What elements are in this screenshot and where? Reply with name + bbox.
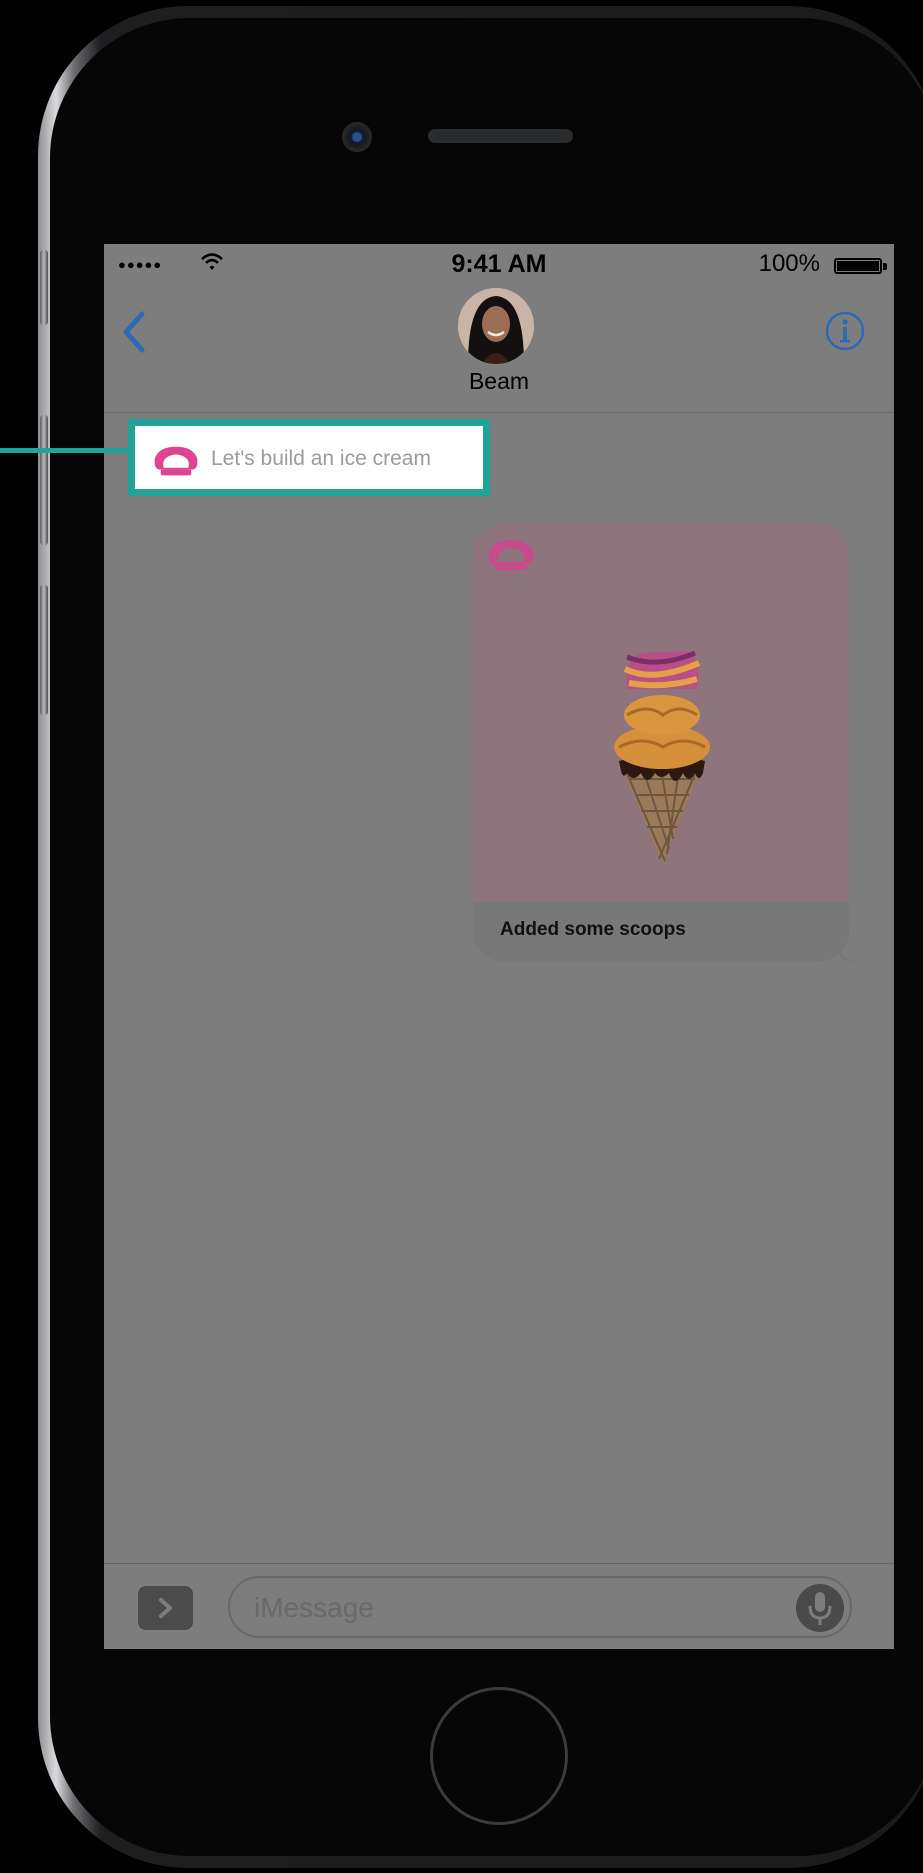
icecream-app-icon — [154, 446, 198, 476]
message-bubble[interactable]: Added some scoops — [473, 524, 849, 961]
message-caption: Added some scoops — [500, 919, 686, 940]
battery-icon — [834, 258, 882, 274]
app-entry-label: Let's build an ice cream — [211, 447, 431, 470]
front-camera — [342, 122, 372, 152]
battery-percentage: 100% — [758, 250, 820, 277]
callout-connector — [0, 448, 135, 453]
contact-avatar[interactable] — [458, 288, 534, 364]
message-input-placeholder: iMessage — [254, 1592, 374, 1623]
conversation-header: Beam — [104, 280, 894, 413]
message-input[interactable]: iMessage — [228, 1576, 852, 1638]
highlighted-app-entry: Let's build an ice cream — [128, 419, 490, 496]
icecream-app-icon — [488, 540, 534, 570]
contact-photo — [458, 288, 534, 364]
mic-icon — [808, 1592, 832, 1625]
back-chevron-icon[interactable] — [120, 310, 148, 354]
mute-switch — [40, 250, 48, 325]
home-button[interactable] — [430, 1687, 568, 1825]
app-drawer-button[interactable] — [138, 1586, 193, 1630]
info-icon[interactable] — [824, 310, 866, 352]
bubble-tail — [838, 944, 854, 962]
volume-down-button — [40, 585, 48, 715]
app-entry[interactable]: Let's build an ice cream — [135, 426, 483, 489]
status-bar: ●●●●● 9:41 AM 100% — [104, 244, 894, 280]
icecream-image — [614, 650, 710, 864]
contact-name[interactable]: Beam — [104, 368, 894, 395]
earpiece-speaker — [428, 129, 573, 143]
dictation-button[interactable] — [796, 1584, 844, 1632]
battery-tip — [883, 263, 887, 270]
app-store-icon — [159, 1598, 172, 1618]
compose-bar: iMessage — [104, 1563, 894, 1649]
volume-up-button — [40, 415, 48, 545]
